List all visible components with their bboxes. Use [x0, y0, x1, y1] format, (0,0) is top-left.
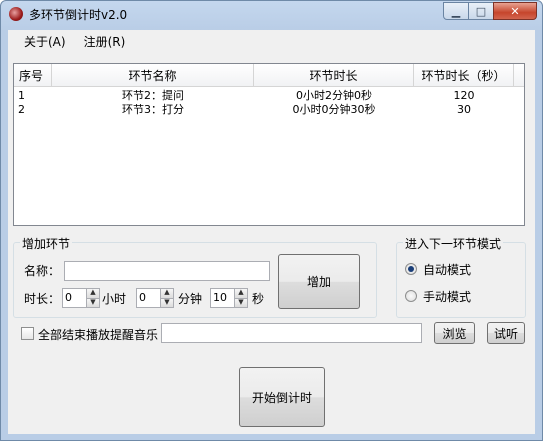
minutes-up-arrow-icon[interactable]: ▲: [160, 288, 174, 299]
menu-about[interactable]: 关于(A): [16, 33, 74, 50]
row-index: 2: [18, 103, 25, 116]
seconds-spin-buttons: ▲ ▼: [234, 288, 248, 308]
manual-mode-radio[interactable]: [405, 290, 417, 302]
hours-stepper[interactable]: 0 ▲ ▼: [62, 288, 100, 308]
caption-buttons: ▁ □ ✕: [443, 2, 537, 20]
seconds-up-arrow-icon[interactable]: ▲: [234, 288, 248, 299]
auto-mode-radio[interactable]: [405, 263, 417, 275]
start-countdown-button[interactable]: 开始倒计时: [239, 367, 325, 427]
list-row[interactable]: 1 环节2：提问 0小时2分钟0秒 120: [14, 89, 524, 103]
menu-register[interactable]: 注册(R): [76, 33, 134, 50]
seconds-value[interactable]: 10: [210, 288, 234, 308]
seconds-down-arrow-icon[interactable]: ▼: [234, 298, 248, 308]
row-name: 环节3：打分: [122, 103, 184, 116]
column-header-seconds[interactable]: 环节时长（秒）: [414, 64, 514, 86]
minutes-spin-buttons: ▲ ▼: [160, 288, 174, 308]
manual-mode-label[interactable]: 手动模式: [423, 288, 471, 305]
row-name: 环节2：提问: [122, 89, 184, 102]
listen-button[interactable]: 试听: [487, 322, 525, 344]
segment-name-input[interactable]: [64, 261, 270, 281]
menu-bar: 关于(A) 注册(R): [8, 30, 535, 52]
list-header: 序号 环节名称 环节时长 环节时长（秒）: [14, 64, 524, 87]
auto-mode-label[interactable]: 自动模式: [423, 261, 471, 278]
row-seconds: 120: [453, 89, 475, 102]
minutes-value[interactable]: 0: [136, 288, 160, 308]
minutes-stepper[interactable]: 0 ▲ ▼: [136, 288, 174, 308]
add-segment-group: 增加环节 名称： 时长： 0 ▲ ▼ 小时 0 ▲ ▼ 分钟 10 ▲ ▼ 秒 …: [13, 235, 377, 318]
row-index: 1: [18, 89, 25, 102]
close-button[interactable]: ✕: [493, 2, 537, 20]
hours-unit: 小时: [102, 292, 127, 306]
hours-value[interactable]: 0: [62, 288, 86, 308]
seconds-stepper[interactable]: 10 ▲ ▼: [210, 288, 248, 308]
hours-spin-buttons: ▲ ▼: [86, 288, 100, 308]
segments-list[interactable]: 序号 环节名称 环节时长 环节时长（秒） 1 环节2：提问 0小时2分钟0秒 1…: [13, 63, 525, 226]
maximize-button[interactable]: □: [468, 2, 494, 20]
add-button[interactable]: 增加: [278, 254, 360, 309]
minutes-down-arrow-icon[interactable]: ▼: [160, 298, 174, 308]
music-path-input[interactable]: [161, 323, 422, 343]
play-music-checkbox[interactable]: [21, 327, 34, 340]
mode-group: 进入下一环节模式 自动模式 手动模式: [396, 235, 526, 318]
list-row[interactable]: 2 环节3：打分 0小时0分钟30秒 30: [14, 103, 524, 117]
seconds-unit: 秒: [252, 292, 265, 306]
mode-group-title: 进入下一环节模式: [403, 235, 504, 252]
column-header-duration[interactable]: 环节时长: [254, 64, 414, 86]
app-icon: [9, 7, 23, 21]
row-seconds: 30: [457, 103, 471, 116]
app-window: 多环节倒计时v2.0 ▁ □ ✕ 关于(A) 注册(R) 序号 环节名称 环节时…: [0, 0, 543, 441]
column-header-name[interactable]: 环节名称: [52, 64, 254, 86]
add-segment-group-title: 增加环节: [20, 235, 73, 252]
column-header-index[interactable]: 序号: [14, 64, 52, 86]
name-label: 名称：: [24, 264, 61, 278]
row-duration: 0小时2分钟0秒: [296, 89, 372, 102]
minimize-button[interactable]: ▁: [443, 2, 469, 20]
window-title: 多环节倒计时v2.0: [29, 8, 128, 22]
client-area: 关于(A) 注册(R) 序号 环节名称 环节时长 环节时长（秒） 1 环节2：提…: [8, 30, 535, 434]
row-duration: 0小时0分钟30秒: [292, 103, 376, 116]
play-music-label[interactable]: 全部结束播放提醒音乐: [38, 326, 158, 343]
title-bar[interactable]: 多环节倒计时v2.0 ▁ □ ✕: [1, 1, 542, 27]
hours-down-arrow-icon[interactable]: ▼: [86, 298, 100, 308]
hours-up-arrow-icon[interactable]: ▲: [86, 288, 100, 299]
minutes-unit: 分钟: [178, 292, 203, 306]
duration-label: 时长：: [24, 292, 61, 306]
browse-button[interactable]: 浏览: [434, 322, 475, 344]
